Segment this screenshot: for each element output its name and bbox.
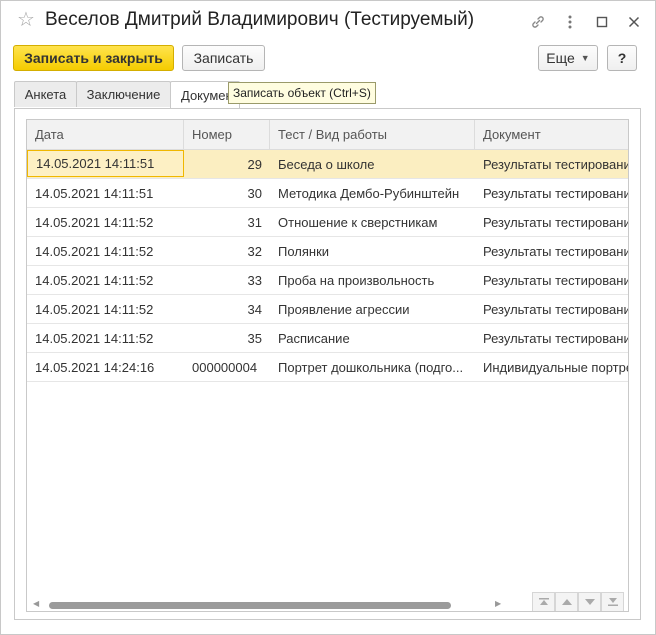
cell-date: 14.05.2021 14:11:52 <box>35 214 154 230</box>
cell-number: 34 <box>247 301 262 317</box>
table-row[interactable]: 14.05.2021 14:11:51 29 Беседа о школе Ре… <box>27 150 628 179</box>
cell-test: Проявление агрессии <box>278 301 410 317</box>
tab-conclusion[interactable]: Заключение <box>76 81 171 107</box>
chevron-down-icon: ▼ <box>580 53 590 63</box>
command-bar: Записать и закрыть Записать Еще ▼ ? <box>13 45 643 73</box>
window-controls <box>527 11 645 33</box>
more-vertical-icon[interactable] <box>559 11 581 33</box>
cell-number: 000000004 <box>192 359 258 375</box>
cell-document: Результаты тестировани <box>483 185 629 201</box>
link-icon[interactable] <box>527 11 549 33</box>
more-button[interactable]: Еще ▼ <box>538 45 598 71</box>
column-header-test[interactable]: Тест / Вид работы <box>270 120 475 149</box>
table-header: Дата Номер Тест / Вид работы Документ <box>27 120 628 150</box>
column-header-number[interactable]: Номер <box>184 120 270 149</box>
form-window: ☆ Веселов Дмитрий Владимирович (Тестируе… <box>0 0 656 635</box>
cell-date: 14.05.2021 14:11:52 <box>35 243 154 259</box>
cell-number: 32 <box>247 243 262 259</box>
next-row-icon[interactable] <box>578 592 601 611</box>
table-row[interactable]: 14.05.2021 14:11:51 30 Методика Дембо-Ру… <box>27 179 628 208</box>
cell-document: Результаты тестировани <box>483 301 629 317</box>
column-header-date[interactable]: Дата <box>27 120 184 149</box>
save-button[interactable]: Записать <box>182 45 265 71</box>
cell-date: 14.05.2021 14:11:51 <box>35 185 154 201</box>
cell-number: 33 <box>247 272 262 288</box>
cell-number: 31 <box>247 214 262 230</box>
cell-document: Результаты тестировани <box>483 156 629 172</box>
cell-number: 30 <box>247 185 262 201</box>
table-row[interactable]: 14.05.2021 14:11:52 33 Проба на произвол… <box>27 266 628 295</box>
previous-row-icon[interactable] <box>555 592 578 611</box>
cell-test: Беседа о школе <box>278 156 375 172</box>
cell-number: 29 <box>247 156 262 172</box>
cell-date: 14.05.2021 14:11:51 <box>27 150 184 177</box>
first-row-icon[interactable] <box>532 592 555 611</box>
column-header-document[interactable]: Документ <box>475 120 628 149</box>
cell-document: Результаты тестировани <box>483 214 629 230</box>
table-row[interactable]: 14.05.2021 14:11:52 35 Расписание Резуль… <box>27 324 628 353</box>
table-row[interactable]: 14.05.2021 14:11:52 31 Отношение к сверс… <box>27 208 628 237</box>
cell-document: Результаты тестировани <box>483 272 629 288</box>
documents-panel: Дата Номер Тест / Вид работы Документ 14… <box>14 108 641 620</box>
window-title: Веселов Дмитрий Владимирович (Тестируемы… <box>45 9 475 30</box>
more-button-label: Еще <box>546 50 575 66</box>
cell-test: Методика Дембо-Рубинштейн <box>278 185 460 201</box>
cell-test: Расписание <box>278 330 350 346</box>
table-row[interactable]: 14.05.2021 14:11:52 34 Проявление агресс… <box>27 295 628 324</box>
cell-date: 14.05.2021 14:11:52 <box>35 272 154 288</box>
cell-date: 14.05.2021 14:11:52 <box>35 301 154 317</box>
scrollbar-thumb[interactable] <box>49 602 451 609</box>
save-tooltip: Записать объект (Ctrl+S) <box>228 82 376 104</box>
title-bar: ☆ Веселов Дмитрий Владимирович (Тестируе… <box>1 1 655 41</box>
cell-number: 35 <box>247 330 262 346</box>
tab-anketa[interactable]: Анкета <box>14 81 77 107</box>
star-icon[interactable]: ☆ <box>17 10 35 30</box>
last-row-icon[interactable] <box>601 592 624 611</box>
save-and-close-button[interactable]: Записать и закрыть <box>13 45 174 71</box>
cell-document: Результаты тестировани <box>483 330 629 346</box>
table-body: 14.05.2021 14:11:51 29 Беседа о школе Ре… <box>27 150 628 382</box>
table-row[interactable]: 14.05.2021 14:24:16 000000004 Портрет до… <box>27 353 628 382</box>
table-row[interactable]: 14.05.2021 14:11:52 32 Полянки Результат… <box>27 237 628 266</box>
cell-test: Портрет дошкольника (подго... <box>278 359 464 375</box>
cell-document: Результаты тестировани <box>483 243 629 259</box>
cell-date: 14.05.2021 14:11:52 <box>35 330 154 346</box>
cell-document: Индивидуальные портре <box>483 359 629 375</box>
cell-date: 14.05.2021 14:24:16 <box>35 359 155 375</box>
table-navigation <box>532 592 624 611</box>
help-button[interactable]: ? <box>607 45 637 71</box>
scroll-left-icon[interactable]: ◀ <box>33 599 39 608</box>
cell-test: Проба на произвольность <box>278 272 435 288</box>
horizontal-scrollbar[interactable]: ◀ ▶ <box>27 592 628 611</box>
cell-test: Полянки <box>278 243 330 259</box>
close-icon[interactable] <box>623 11 645 33</box>
documents-table: Дата Номер Тест / Вид работы Документ 14… <box>26 119 629 612</box>
cell-test: Отношение к сверстникам <box>278 214 438 230</box>
scroll-right-icon[interactable]: ▶ <box>495 599 501 608</box>
maximize-icon[interactable] <box>591 11 613 33</box>
